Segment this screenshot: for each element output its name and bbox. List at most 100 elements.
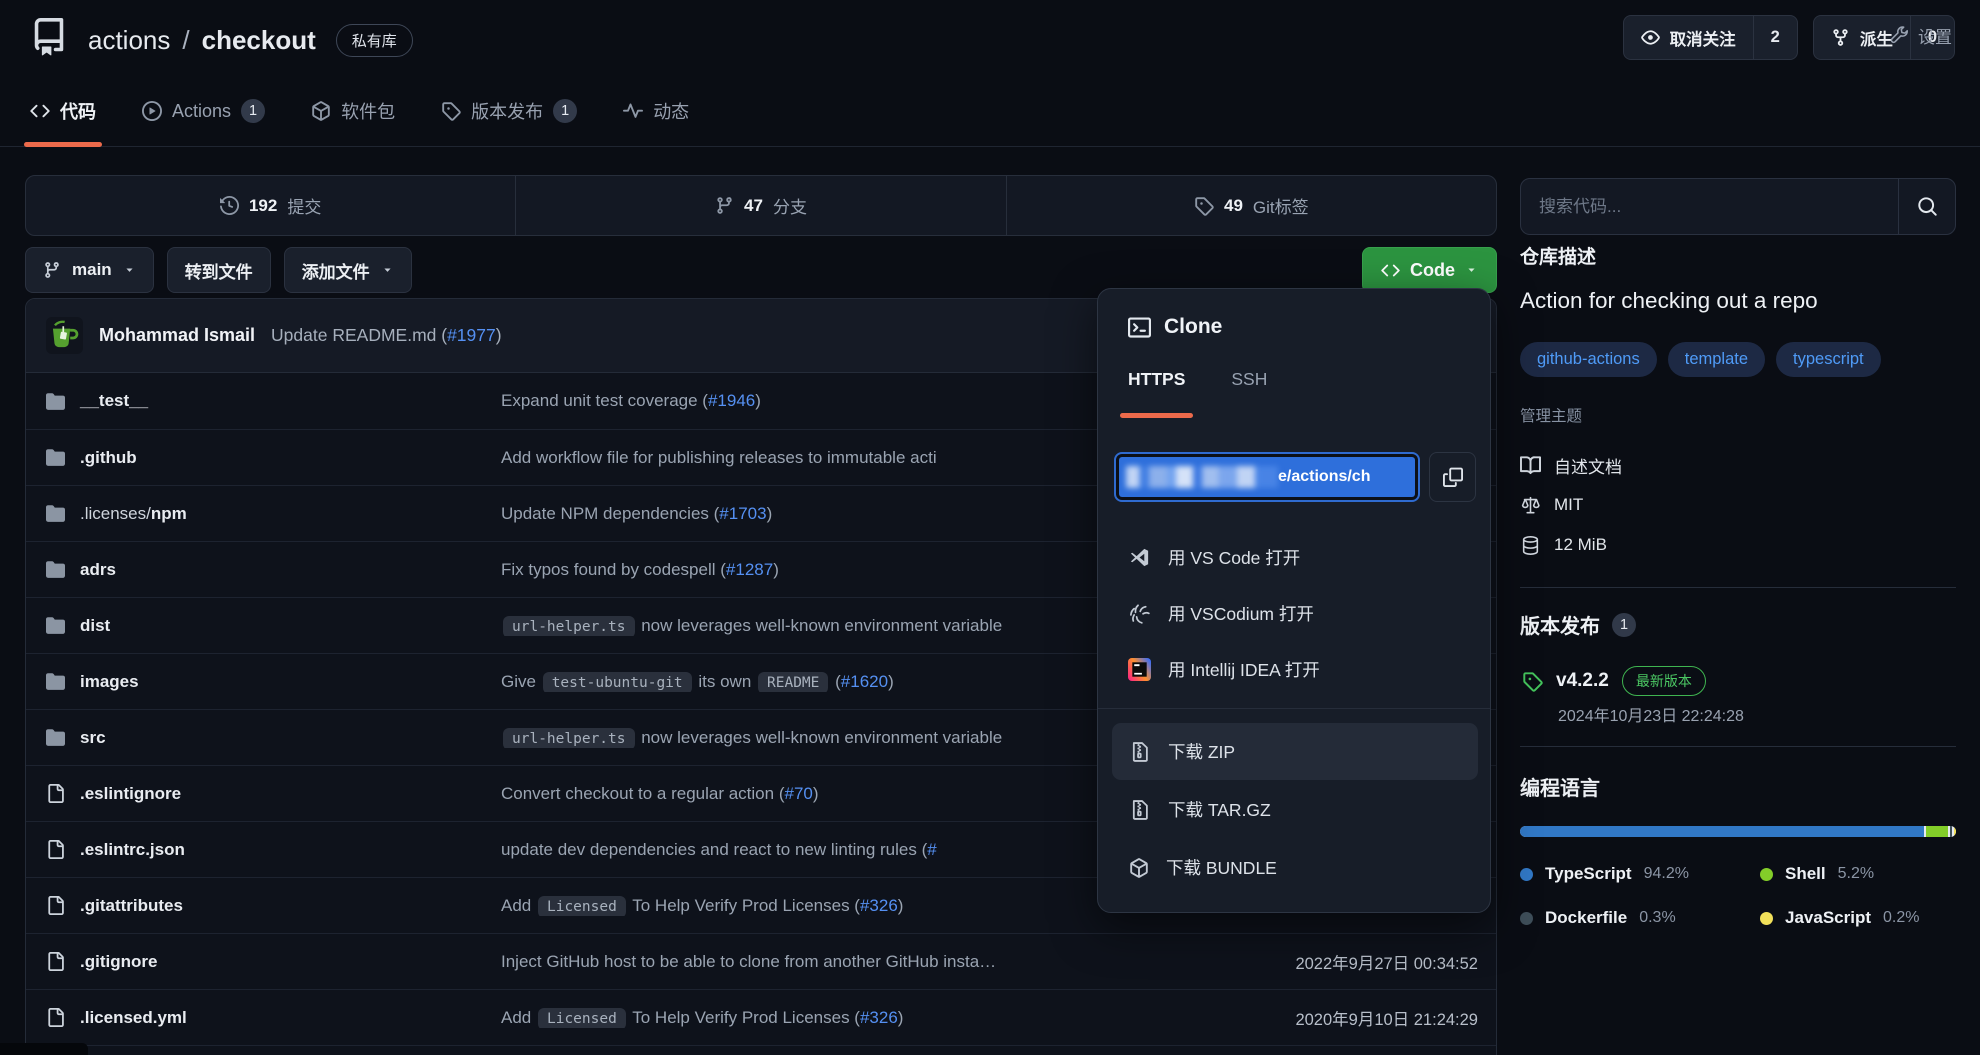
language-color-dot [1760, 868, 1773, 881]
file-commit-message[interactable]: Add Licensed To Help Verify Prod License… [501, 1008, 1216, 1028]
pr-link[interactable]: #1946 [708, 391, 755, 410]
commit-author-avatar[interactable] [46, 317, 83, 354]
clone-tab-ssh[interactable]: SSH [1231, 369, 1267, 390]
message-text: Add [501, 896, 536, 915]
file-name-link[interactable]: __test__ [80, 391, 148, 411]
file-name-link[interactable]: .licenses/npm [80, 504, 187, 524]
latest-release-item[interactable]: v4.2.2 最新版本 [1522, 666, 1706, 696]
stat-branches[interactable]: 47分支 [515, 176, 1005, 235]
file-name-link[interactable]: src [80, 728, 106, 748]
copy-url-button[interactable] [1429, 452, 1476, 502]
file-name-link[interactable]: .gitattributes [80, 896, 183, 916]
redacted-url-segment [1126, 466, 1278, 488]
meta-book: 自述文档 [1520, 445, 1622, 485]
tab-activity[interactable]: 动态 [623, 76, 689, 146]
search-button[interactable] [1898, 179, 1955, 234]
tab-code[interactable]: 代码 [30, 76, 96, 146]
language-name: TypeScript [1545, 864, 1632, 884]
commit-message[interactable]: Update README.md (#1977) [271, 325, 502, 346]
tab-settings[interactable]: 设置 [1890, 0, 1952, 70]
open-in-vscode-item[interactable]: 用 VS Code 打开 [1098, 529, 1490, 585]
commit-author-name[interactable]: Mohammad Ismail [99, 325, 255, 346]
pr-link[interactable]: #326 [860, 1008, 898, 1027]
table-row[interactable] [26, 1045, 1496, 1055]
message-text: its own [694, 672, 756, 691]
release-version[interactable]: v4.2.2 [1556, 670, 1609, 692]
tab-releases[interactable]: 版本发布1 [441, 76, 577, 146]
inline-code-chip: Licensed [538, 1008, 626, 1028]
tab-actions[interactable]: Actions1 [142, 76, 265, 146]
add-file-button[interactable]: 添加文件 [284, 247, 412, 293]
topic-pill[interactable]: typescript [1776, 342, 1881, 377]
message-text: Add workflow file for publishing release… [501, 448, 937, 467]
code-search-box [1520, 178, 1956, 235]
code-dropdown-button[interactable]: Code [1362, 247, 1497, 293]
releases-title[interactable]: 版本发布 1 [1520, 610, 1636, 639]
file-name-link[interactable]: .gitignore [80, 952, 157, 972]
file-name-link[interactable]: adrs [80, 560, 116, 580]
topic-pill[interactable]: template [1668, 342, 1765, 377]
releases-count-badge: 1 [1612, 613, 1636, 637]
tab-packages[interactable]: 软件包 [311, 76, 395, 146]
file-icon [46, 952, 65, 971]
file-commit-message[interactable]: Inject GitHub host to be able to clone f… [501, 952, 1216, 972]
pr-link[interactable]: # [927, 840, 936, 859]
clone-dropdown-panel: Clone HTTPSSSH e/actions/ch 用 VS Code 打开… [1097, 288, 1491, 913]
stat-label: Git标签 [1253, 193, 1309, 218]
vscodium-icon [1128, 602, 1151, 625]
visibility-badge: 私有库 [336, 24, 413, 57]
repo-owner-link[interactable]: actions [88, 25, 170, 56]
tag-icon [1522, 671, 1543, 692]
download-item-label: 下载 ZIP [1168, 739, 1235, 764]
pr-link[interactable]: #1620 [841, 672, 888, 691]
download-item-2[interactable]: 下载 BUNDLE [1112, 839, 1478, 896]
language-legend-item[interactable]: TypeScript94.2% [1520, 852, 1760, 896]
clone-protocol-tabs: HTTPS SSH [1128, 369, 1267, 390]
repo-tab-bar: 代码 Actions1 软件包版本发布1 动态 [0, 76, 1980, 147]
package-icon [1129, 858, 1149, 878]
unwatch-button[interactable]: 取消关注 2 [1623, 15, 1798, 60]
manage-topics-link[interactable]: 管理主题 [1520, 404, 1582, 426]
inline-code-chip: README [758, 672, 828, 692]
topic-pill[interactable]: github-actions [1520, 342, 1657, 377]
file-name-link[interactable]: .licensed.yml [80, 1008, 187, 1028]
file-name-link[interactable]: dist [80, 616, 110, 636]
language-legend-item[interactable]: Dockerfile0.3% [1520, 896, 1760, 940]
file-name-link[interactable]: .eslintrc.json [80, 840, 185, 860]
code-search-input[interactable] [1521, 179, 1898, 234]
language-legend-row: Dockerfile0.3%JavaScript0.2% [1520, 896, 1956, 940]
database-icon [1520, 535, 1541, 556]
stat-tags[interactable]: 49Git标签 [1006, 176, 1496, 235]
goto-file-button[interactable]: 转到文件 [167, 247, 271, 293]
stat-commits[interactable]: 192提交 [26, 176, 515, 235]
open-in-idea-item[interactable]: 用 Intellij IDEA 打开 [1098, 641, 1490, 697]
file-name-link[interactable]: .github [80, 448, 137, 468]
file-name-cell: .eslintignore [46, 784, 501, 804]
file-name-link[interactable]: images [80, 672, 139, 692]
folder-icon [46, 728, 65, 747]
table-row[interactable]: .licensed.yml Add Licensed To Help Verify… [26, 989, 1496, 1045]
watchers-count[interactable]: 2 [1753, 16, 1797, 59]
language-legend-item[interactable]: JavaScript0.2% [1760, 896, 1919, 940]
download-item-0[interactable]: 下载 ZIP [1112, 723, 1478, 780]
message-text: Expand unit test coverage ( [501, 391, 708, 410]
pr-link[interactable]: #1977 [447, 325, 496, 345]
add-file-label: 添加文件 [302, 258, 370, 283]
language-bar[interactable] [1520, 826, 1956, 837]
message-text: ) [767, 504, 773, 523]
language-legend-item[interactable]: Shell5.2% [1760, 852, 1874, 896]
branch-selector[interactable]: main [25, 247, 154, 293]
open-in-vscodium-item[interactable]: 用 VSCodium 打开 [1098, 585, 1490, 641]
stat-label: 分支 [773, 193, 807, 218]
clone-tab-https[interactable]: HTTPS [1128, 369, 1185, 390]
download-item-1[interactable]: 下载 TAR.GZ [1112, 781, 1478, 838]
clone-url-input[interactable]: e/actions/ch [1114, 452, 1420, 502]
file-name-link[interactable]: .eslintignore [80, 784, 181, 804]
pr-link[interactable]: #70 [784, 784, 812, 803]
repo-name-link[interactable]: checkout [202, 25, 316, 56]
branch-name: main [72, 260, 112, 280]
pr-link[interactable]: #326 [860, 896, 898, 915]
pr-link[interactable]: #1703 [719, 504, 766, 523]
table-row[interactable]: .gitignore Inject GitHub host to be able … [26, 933, 1496, 989]
pr-link[interactable]: #1287 [726, 560, 773, 579]
